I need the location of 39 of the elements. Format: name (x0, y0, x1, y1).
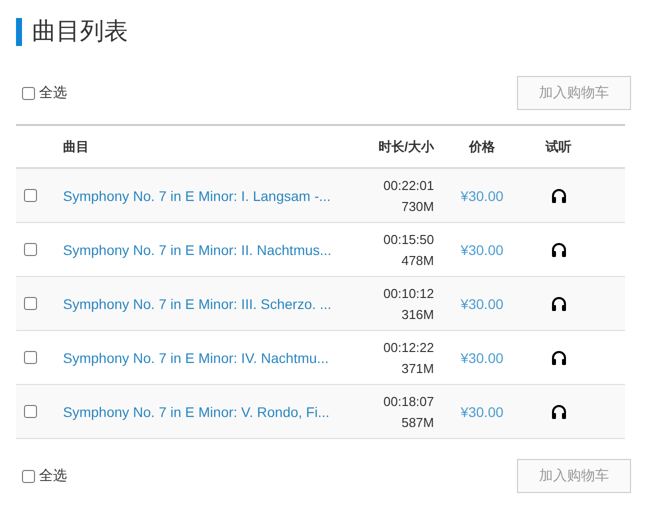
duration-text: 00:12:22 (383, 338, 434, 356)
size-text: 730M (401, 198, 434, 216)
track-title-link[interactable]: Symphony No. 7 in E Minor: II. Nachtmus... (63, 242, 332, 258)
price-text: ¥30.00 (460, 296, 504, 312)
column-header: 价格 (468, 138, 496, 156)
track-title-link[interactable]: Symphony No. 7 in E Minor: V. Rondo, Fi... (63, 404, 330, 420)
select-all-checkbox[interactable] (22, 470, 35, 482)
row-checkbox[interactable] (24, 189, 37, 202)
duration-text: 00:22:01 (383, 176, 434, 194)
size-text: 371M (401, 360, 434, 378)
row-checkbox[interactable] (24, 243, 37, 256)
select-all-label: 全选 (39, 84, 67, 102)
headphones-icon[interactable] (550, 296, 566, 312)
price-text: ¥30.00 (460, 188, 504, 204)
size-text: 316M (401, 306, 434, 324)
column-header: 曲目 (63, 138, 90, 156)
select-all-label: 全选 (39, 467, 67, 485)
headphones-icon[interactable] (550, 242, 566, 258)
row-checkbox[interactable] (24, 405, 37, 418)
row-checkbox[interactable] (24, 297, 37, 310)
duration-text: 00:10:12 (383, 284, 434, 302)
page-title: 曲目列表 (16, 18, 628, 46)
price-text: ¥30.00 (460, 350, 504, 366)
headphones-icon[interactable] (550, 404, 566, 420)
size-text: 478M (401, 252, 434, 270)
column-header: 试听 (544, 138, 572, 156)
track-title-link[interactable]: Symphony No. 7 in E Minor: I. Langsam -... (63, 188, 331, 204)
headphones-icon[interactable] (550, 350, 566, 366)
size-text: 587M (401, 414, 434, 432)
price-text: ¥30.00 (460, 242, 504, 258)
price-text: ¥30.00 (460, 404, 504, 420)
track-title-link[interactable]: Symphony No. 7 in E Minor: IV. Nachtmu... (63, 350, 329, 366)
track-title-link[interactable]: Symphony No. 7 in E Minor: III. Scherzo. ... (63, 296, 332, 312)
duration-text: 00:18:07 (383, 392, 434, 410)
headphones-icon[interactable] (550, 188, 566, 204)
row-checkbox[interactable] (24, 351, 37, 364)
column-header: 时长/大小 (377, 138, 434, 156)
duration-text: 00:15:50 (383, 230, 434, 248)
select-all-checkbox[interactable] (22, 86, 35, 100)
